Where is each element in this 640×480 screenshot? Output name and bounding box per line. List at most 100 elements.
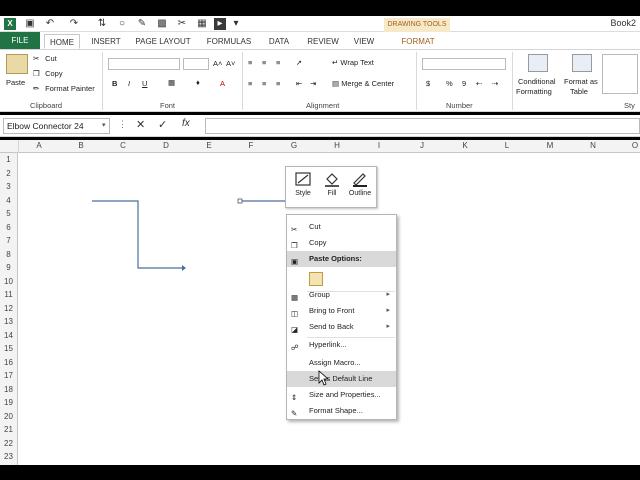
cancel-entry-button[interactable]: ✕ <box>136 118 145 131</box>
column-header[interactable]: D <box>160 141 172 150</box>
tab-file[interactable]: FILE <box>0 32 40 49</box>
column-header[interactable]: A <box>33 141 45 150</box>
menu-item-cut[interactable]: ✂ Cut <box>287 219 396 235</box>
row-header[interactable]: 17 <box>0 371 17 380</box>
row-header[interactable]: 4 <box>0 196 17 205</box>
middle-align-icon[interactable]: ≡ <box>262 58 266 67</box>
column-header[interactable]: M <box>544 141 556 150</box>
name-box-dropdown-icon[interactable]: ▾ <box>102 121 106 129</box>
decrease-indent-icon[interactable]: ⇤ <box>296 79 302 88</box>
pen-icon[interactable]: ✎ <box>136 18 148 30</box>
save-icon[interactable]: ▣ <box>24 18 36 30</box>
column-header[interactable]: H <box>331 141 343 150</box>
row-header[interactable]: 22 <box>0 439 17 448</box>
row-header[interactable]: 5 <box>0 209 17 218</box>
row-header[interactable]: 2 <box>0 169 17 178</box>
conditional-formatting-icon[interactable] <box>528 54 548 72</box>
tab-insert[interactable]: INSERT <box>86 34 126 49</box>
menu-item-set-default-line[interactable]: Set as Default Line <box>287 371 396 387</box>
align-left-icon[interactable]: ≡ <box>248 79 252 88</box>
row-header[interactable]: 15 <box>0 344 17 353</box>
row-header[interactable]: 23 <box>0 452 17 461</box>
row-header[interactable]: 11 <box>0 290 17 299</box>
column-header[interactable]: G <box>288 141 300 150</box>
percent-button[interactable]: % <box>446 79 453 88</box>
selection-handle[interactable] <box>237 198 243 204</box>
fill-button[interactable]: Fill <box>318 171 346 197</box>
borders-icon[interactable]: ▦ <box>168 78 175 87</box>
tab-formulas[interactable]: FORMULAS <box>202 34 256 49</box>
row-header[interactable]: 12 <box>0 304 17 313</box>
tab-view[interactable]: VIEW <box>348 34 380 49</box>
copy-button[interactable]: ❐ Copy <box>33 69 63 79</box>
menu-item-assign-macro[interactable]: Assign Macro... <box>287 355 396 371</box>
enter-entry-button[interactable]: ✓ <box>158 118 167 131</box>
column-header[interactable]: B <box>75 141 87 150</box>
row-header[interactable]: 10 <box>0 277 17 286</box>
format-as-table-label[interactable]: Format as <box>564 77 598 86</box>
paste-icon[interactable] <box>6 54 28 74</box>
sort-icon[interactable]: ⇅ <box>96 18 108 30</box>
column-header[interactable]: O <box>629 141 640 150</box>
formula-input[interactable] <box>205 118 640 134</box>
row-header[interactable]: 16 <box>0 358 17 367</box>
tab-page-layout[interactable]: PAGE LAYOUT <box>132 34 194 49</box>
wrap-text-button[interactable]: ↵ Wrap Text <box>332 58 374 67</box>
cell-styles-gallery[interactable] <box>602 54 638 94</box>
format-painter-button[interactable]: ✏ Format Painter <box>33 84 95 94</box>
row-header[interactable]: 13 <box>0 317 17 326</box>
cut-button[interactable]: ✂ Cut <box>33 54 57 64</box>
grow-font-button[interactable]: A˄ <box>213 59 222 68</box>
menu-item-format-shape[interactable]: ✎ Format Shape... <box>287 403 396 419</box>
redo-icon[interactable]: ↷ <box>68 18 80 30</box>
row-header[interactable]: 1 <box>0 155 17 164</box>
font-name-combo[interactable] <box>108 58 180 70</box>
row-header[interactable]: 3 <box>0 182 17 191</box>
row-header[interactable]: 18 <box>0 385 17 394</box>
row-header[interactable]: 7 <box>0 236 17 245</box>
grid-icon[interactable]: ▦ <box>196 18 208 30</box>
menu-item-hyperlink[interactable]: ☍ Hyperlink... <box>287 337 396 353</box>
paste-option-keep[interactable] <box>287 269 396 289</box>
outline-button[interactable]: Outline <box>346 171 374 197</box>
bottom-align-icon[interactable]: ≡ <box>276 58 280 67</box>
comma-button[interactable]: 9 <box>462 79 466 88</box>
increase-decimal-icon[interactable]: ⇠ <box>476 79 482 88</box>
elbow-connector[interactable] <box>92 200 182 269</box>
top-align-icon[interactable]: ≡ <box>248 58 252 67</box>
menu-item-bring-to-front[interactable]: ◫ Bring to Front ▸ <box>287 303 396 319</box>
conditional-formatting-label[interactable]: Conditional <box>518 77 556 86</box>
row-header[interactable]: 9 <box>0 263 17 272</box>
row-header[interactable]: 19 <box>0 398 17 407</box>
shape-icon[interactable]: ○ <box>116 18 128 30</box>
align-right-icon[interactable]: ≡ <box>276 79 280 88</box>
customize-icon[interactable]: ▾ <box>230 18 242 30</box>
pointer-icon[interactable]: ▸ <box>214 18 226 30</box>
conditional-formatting-label-2[interactable]: Formatting <box>516 87 552 96</box>
shrink-font-button[interactable]: A˅ <box>226 59 235 68</box>
column-header[interactable]: F <box>245 141 257 150</box>
bold-button[interactable]: B <box>112 79 117 88</box>
row-header[interactable]: 21 <box>0 425 17 434</box>
column-header[interactable]: N <box>587 141 599 150</box>
column-header[interactable]: I <box>373 141 385 150</box>
menu-item-size-properties[interactable]: ⇕ Size and Properties... <box>287 387 396 403</box>
orientation-icon[interactable]: ➚ <box>296 58 302 67</box>
underline-button[interactable]: U <box>142 79 147 88</box>
italic-button[interactable]: I <box>128 79 130 88</box>
excel-logo-icon[interactable]: X <box>4 18 16 30</box>
tab-review[interactable]: REVIEW <box>302 34 344 49</box>
menu-item-copy[interactable]: ❐ Copy <box>287 235 396 251</box>
style-button[interactable]: Style <box>289 171 317 197</box>
undo-icon[interactable]: ↶ <box>44 18 56 30</box>
insert-function-button[interactable]: fx <box>182 118 190 129</box>
align-center-icon[interactable]: ≡ <box>262 79 266 88</box>
tab-format[interactable]: FORMAT <box>392 34 444 49</box>
paste-button[interactable]: Paste <box>6 78 25 87</box>
menu-item-send-to-back[interactable]: ◪ Send to Back ▸ <box>287 319 396 335</box>
decrease-decimal-icon[interactable]: ⇢ <box>492 79 498 88</box>
row-header[interactable]: 8 <box>0 250 17 259</box>
column-header[interactable]: J <box>416 141 428 150</box>
currency-button[interactable]: $ <box>426 79 430 88</box>
row-header[interactable]: 20 <box>0 412 17 421</box>
